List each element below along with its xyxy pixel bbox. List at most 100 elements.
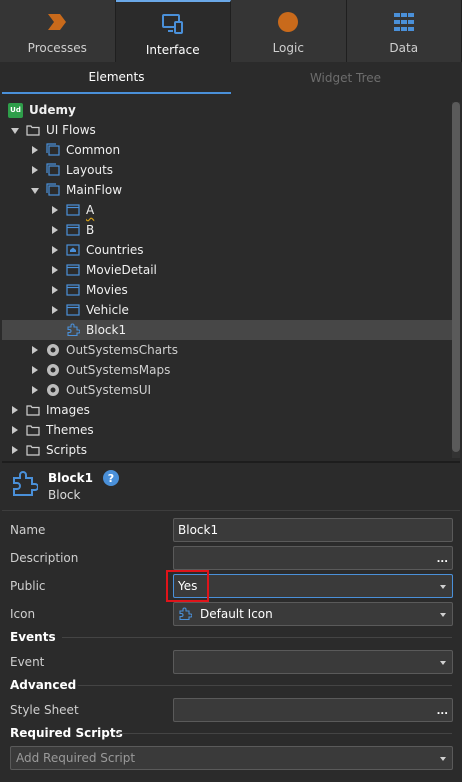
folder-icon	[26, 405, 40, 416]
description-label: Description	[10, 551, 79, 565]
collapse-icon[interactable]	[10, 125, 20, 135]
panel-splitter[interactable]	[2, 461, 460, 463]
stylesheet-label: Style Sheet	[10, 703, 79, 717]
event-label: Event	[10, 655, 45, 669]
chevron-down-icon	[440, 585, 446, 589]
tab-label: Logic	[272, 41, 304, 55]
tree-item-label: MainFlow	[66, 183, 123, 197]
tree-item-block1[interactable]: Block1	[2, 320, 452, 340]
expand-icon[interactable]	[50, 205, 60, 215]
tree-item-outsystemscharts[interactable]: OutSystemsCharts	[2, 340, 452, 360]
expand-icon[interactable]	[50, 305, 60, 315]
tree-item-scripts[interactable]: Scripts	[2, 440, 452, 460]
tree-item-vehicle[interactable]: Vehicle	[2, 300, 452, 320]
icon-select[interactable]: Default Icon	[173, 602, 453, 626]
tree-item-label: Movies	[86, 283, 128, 297]
app-badge-icon: Ud	[8, 102, 23, 118]
expand-icon[interactable]	[50, 285, 60, 295]
collapse-icon[interactable]	[30, 185, 40, 195]
add-required-script-select[interactable]: Add Required Script	[10, 746, 453, 770]
expand-icon[interactable]	[30, 145, 40, 155]
module-icon	[47, 384, 59, 396]
tree-item-label: Scripts	[46, 443, 88, 457]
section-divider	[118, 733, 452, 734]
tree-scrollbar-thumb[interactable]	[452, 102, 460, 452]
element-name: Block1	[48, 471, 93, 485]
tab-processes[interactable]: Processes	[0, 0, 116, 62]
expand-icon[interactable]	[30, 385, 40, 395]
tree-item-ui-flows[interactable]: UI Flows	[2, 120, 452, 140]
events-section-title: Events	[10, 630, 56, 644]
block-icon	[179, 607, 192, 621]
tree-item-label: Block1	[86, 323, 127, 337]
tree-item-outsystemsui[interactable]: OutSystemsUI	[2, 380, 452, 400]
screen-icon	[66, 304, 80, 316]
event-select[interactable]	[173, 650, 453, 674]
description-expand-button[interactable]: ...	[437, 554, 448, 565]
tree-item-screen-b[interactable]: B	[2, 220, 452, 240]
processes-icon	[44, 9, 70, 35]
name-input[interactable]: Block1	[173, 518, 453, 542]
tab-logic[interactable]: Logic	[231, 0, 347, 62]
tree-item-label: Vehicle	[86, 303, 129, 317]
chevron-down-icon	[440, 613, 446, 617]
module-tabs: Processes Interface Logic Data	[0, 0, 462, 62]
folder-icon	[26, 125, 40, 136]
tab-interface[interactable]: Interface	[115, 0, 231, 62]
expand-icon[interactable]	[50, 265, 60, 275]
properties-header: Block1 ? Block	[10, 470, 450, 502]
tree-item-images[interactable]: Images	[2, 400, 452, 420]
folder-icon	[26, 425, 40, 436]
screen-icon	[66, 224, 80, 236]
tree-item-label: Udemy	[29, 103, 76, 117]
tree-item-moviedetail[interactable]: MovieDetail	[2, 260, 452, 280]
icon-label: Icon	[10, 607, 36, 621]
expand-icon[interactable]	[30, 345, 40, 355]
tree-item-common[interactable]: Common	[2, 140, 452, 160]
tree-item-themes[interactable]: Themes	[2, 420, 452, 440]
expand-icon[interactable]	[30, 165, 40, 175]
folder-icon	[26, 445, 40, 456]
block-icon	[67, 323, 80, 337]
tab-label: Interface	[145, 43, 200, 57]
expand-icon[interactable]	[30, 365, 40, 375]
header-separator	[2, 510, 460, 511]
help-icon[interactable]: ?	[102, 470, 119, 486]
tree-item-udemy[interactable]: Ud Udemy	[2, 100, 452, 120]
module-icon	[47, 364, 59, 376]
expand-icon[interactable]	[10, 445, 20, 455]
data-icon	[391, 9, 417, 35]
tree-item-layouts[interactable]: Layouts	[2, 160, 452, 180]
expand-icon[interactable]	[50, 225, 60, 235]
interface-subtabs: Elements Widget Tree	[2, 62, 460, 94]
expand-icon[interactable]	[10, 405, 20, 415]
public-select[interactable]: Yes	[173, 574, 453, 598]
screen-icon	[66, 284, 80, 296]
element-type: Block	[48, 488, 81, 502]
tree-item-outsystemsmaps[interactable]: OutSystemsMaps	[2, 360, 452, 380]
block-icon	[13, 471, 38, 496]
tree-item-movies[interactable]: Movies	[2, 280, 452, 300]
tab-data[interactable]: Data	[346, 0, 462, 62]
stylesheet-input[interactable]: ...	[173, 698, 453, 722]
section-divider	[62, 637, 452, 638]
expand-icon[interactable]	[50, 245, 60, 255]
highlight-annotation	[166, 570, 209, 602]
flow-icon	[46, 163, 60, 176]
tree-item-screen-a[interactable]: A	[2, 200, 452, 220]
tree-item-label: Common	[66, 143, 121, 157]
tree-item-label: MovieDetail	[86, 263, 157, 277]
elements-tree: Ud Udemy UI Flows Common Layouts MainFlo…	[2, 100, 460, 462]
required-scripts-section-title: Required Scripts	[10, 726, 123, 740]
tree-item-label: Themes	[46, 423, 94, 437]
tab-widget-tree[interactable]: Widget Tree	[231, 62, 460, 94]
tree-item-label: OutSystemsMaps	[66, 363, 171, 377]
tab-elements[interactable]: Elements	[2, 62, 231, 94]
section-divider	[78, 685, 452, 686]
tree-item-countries[interactable]: Countries	[2, 240, 452, 260]
expand-icon[interactable]	[10, 425, 20, 435]
description-input[interactable]: ...	[173, 546, 453, 570]
tree-item-label: OutSystemsCharts	[66, 343, 178, 357]
stylesheet-expand-button[interactable]: ...	[437, 706, 448, 717]
tree-item-mainflow[interactable]: MainFlow	[2, 180, 452, 200]
